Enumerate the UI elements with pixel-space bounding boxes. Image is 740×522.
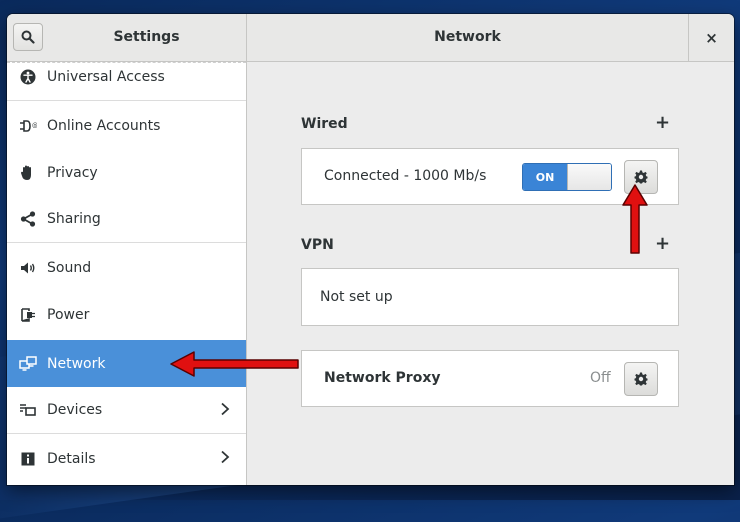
power-plug-icon (19, 306, 37, 324)
sidebar-item-label: Devices (47, 402, 103, 418)
search-icon (21, 30, 35, 44)
sidebar-item-label: Sound (47, 259, 92, 276)
sidebar-item-sound[interactable]: Sound (7, 244, 246, 291)
vpn-row: Not set up (301, 268, 679, 326)
sidebar-item-devices[interactable]: Devices (7, 387, 246, 434)
universal-access-icon (19, 68, 37, 86)
sidebar-title: Settings (113, 29, 180, 45)
sidebar-item-label: Sharing (47, 211, 101, 227)
chevron-right-icon (220, 450, 230, 468)
close-icon: × (705, 28, 718, 47)
online-accounts-icon: @ (19, 117, 37, 135)
network-proxy-label: Network Proxy (324, 370, 441, 386)
sidebar-item-label: Network (47, 355, 106, 372)
sidebar-item-label: Privacy (47, 164, 98, 181)
network-proxy-status: Off (590, 370, 611, 386)
annotation-arrow-left-icon (170, 351, 299, 377)
sidebar-item-label: Power (47, 306, 90, 323)
switch-on-label: ON (523, 164, 567, 190)
vpn-status: Not set up (320, 289, 393, 305)
svg-text:@: @ (32, 122, 37, 129)
titlebar: Settings Network × (7, 14, 734, 62)
devices-icon (19, 401, 37, 419)
info-icon (19, 450, 37, 468)
wired-toggle-switch[interactable]: ON (522, 163, 612, 191)
sharing-icon (19, 210, 37, 228)
search-button[interactable] (13, 23, 43, 51)
add-vpn-button[interactable]: + (655, 233, 670, 254)
network-icon (19, 355, 37, 373)
sidebar-item-sharing[interactable]: Sharing (7, 196, 246, 243)
wired-section-title: Wired (301, 116, 348, 132)
sidebar: Universal Access @ Online Accounts Priva… (7, 62, 247, 485)
add-wired-button[interactable]: + (655, 112, 670, 133)
privacy-hand-icon (19, 164, 37, 182)
sidebar-item-label: Universal Access (47, 69, 165, 85)
annotation-arrow-up-icon (622, 184, 648, 254)
sidebar-item-online-accounts[interactable]: @ Online Accounts (7, 102, 246, 149)
page-title: Network (434, 29, 501, 45)
gear-icon (634, 372, 648, 386)
close-button[interactable]: × (688, 14, 734, 61)
sidebar-item-privacy[interactable]: Privacy (7, 149, 246, 196)
titlebar-left: Settings (7, 14, 247, 61)
network-panel: Wired + Connected - 1000 Mb/s ON VPN + N… (247, 62, 734, 485)
network-proxy-row[interactable]: Network Proxy Off (301, 350, 679, 407)
sidebar-item-label: Details (47, 450, 96, 467)
switch-knob (567, 164, 611, 190)
chevron-right-icon (220, 402, 230, 420)
sidebar-item-details[interactable]: Details (7, 435, 246, 482)
network-proxy-settings-button[interactable] (624, 362, 658, 396)
sidebar-item-power[interactable]: Power (7, 291, 246, 338)
sidebar-item-universal-access[interactable]: Universal Access (7, 62, 246, 101)
gear-icon (634, 170, 648, 184)
speaker-icon (19, 259, 37, 277)
wired-status: Connected - 1000 Mb/s (324, 168, 487, 184)
vpn-section-title: VPN (301, 237, 334, 253)
sidebar-item-label: Online Accounts (47, 117, 161, 134)
